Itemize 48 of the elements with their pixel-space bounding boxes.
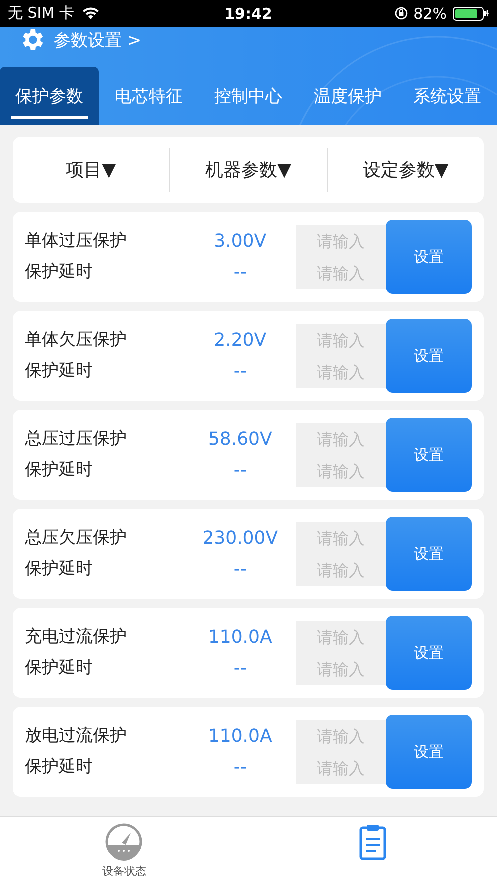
delay-label: 保护延时 [25,261,94,284]
delay-label: 保护延时 [25,657,94,680]
parameter-name: 充电过流保护 [25,626,128,649]
delay-value: -- [234,558,247,582]
parameter-value: 2.20V [214,329,267,353]
rotation-lock-icon [394,7,408,20]
delay-label: 保护延时 [25,360,94,383]
set-button[interactable]: 设置 [386,220,472,294]
tab[interactable]: 温度保护 [298,67,398,125]
column-header[interactable]: 设定参数▼ [328,158,484,182]
set-button[interactable]: 设置 [386,616,472,690]
parameter-value: 110.0A [208,626,272,650]
delay-value: -- [234,261,247,285]
delay-label: 保护延时 [25,558,94,581]
set-button[interactable]: 设置 [386,517,472,591]
delay-label: 保护延时 [25,459,94,482]
delay-label: 保护延时 [25,756,94,779]
tab[interactable]: 电芯特征 [99,67,199,125]
parameter-name: 单体过压保护 [25,230,128,253]
battery-icon [453,6,489,20]
delay-value: -- [234,360,247,384]
parameter-name: 放电过流保护 [25,725,128,748]
gauge-icon[interactable] [105,823,144,861]
page-title[interactable]: 参数设置 > [54,28,142,52]
parameter-value: 58.60V [208,428,272,452]
delay-value: -- [234,756,247,780]
column-header[interactable]: 机器参数▼ [170,158,327,182]
battery-percent: 82% [414,4,447,22]
parameter-name: 单体欠压保护 [25,329,128,352]
tab[interactable]: 系统设置 [398,67,497,125]
nav-label[interactable]: 设备状态 [102,864,146,879]
tab[interactable]: 控制中心 [198,67,298,125]
carrier-text: 无 SIM 卡 [8,4,74,23]
set-button[interactable]: 设置 [386,715,472,789]
column-header[interactable]: 项目▼ [13,158,170,182]
wifi-icon [82,7,100,20]
set-button[interactable]: 设置 [386,418,472,492]
parameter-value: 230.00V [202,527,278,551]
parameter-name: 总压欠压保护 [25,527,128,550]
clipboard-icon[interactable] [358,823,388,861]
delay-value: -- [234,657,247,681]
tab[interactable]: 保护参数 [0,67,100,125]
parameter-value: 110.0A [208,725,272,749]
set-button[interactable]: 设置 [386,319,472,393]
parameter-name: 总压过压保护 [25,428,128,451]
delay-value: -- [234,459,247,483]
clock-text: 19:42 [224,4,274,22]
parameter-value: 3.00V [214,230,267,254]
